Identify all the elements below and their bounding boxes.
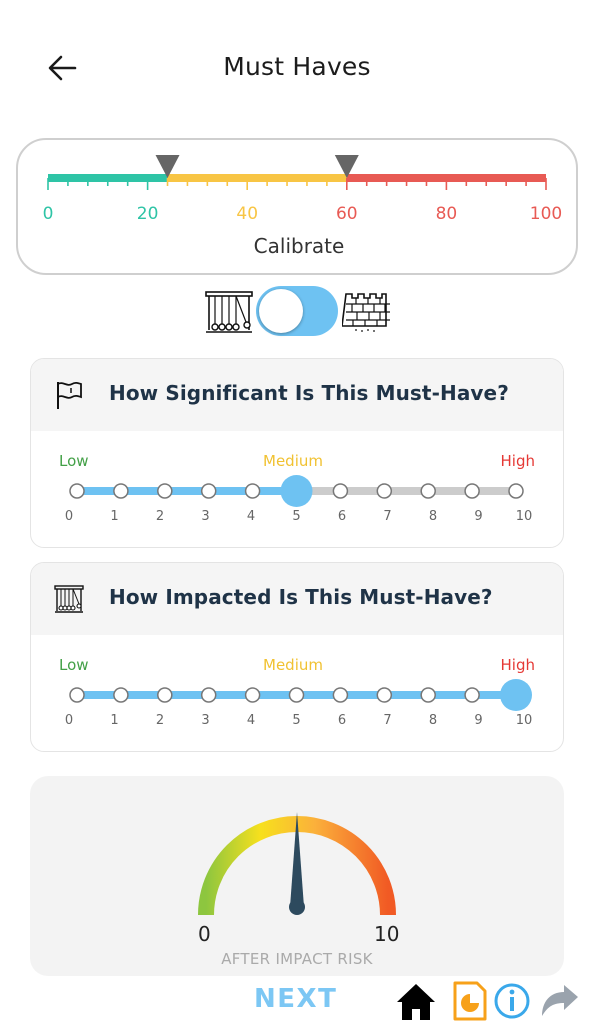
slider-stop (200, 687, 217, 703)
level-high-label: High (500, 656, 535, 674)
report-icon[interactable] (448, 980, 492, 1022)
gauge-min-label: 0 (198, 922, 211, 946)
slider-stop (332, 687, 349, 703)
slider-stop (157, 687, 173, 703)
risk-gauge-card: 0 10 AFTER IMPACT RISK (30, 776, 564, 976)
slider-tick-label: 3 (201, 713, 210, 728)
slider-stop (464, 483, 480, 499)
slider-tick-label: 0 (64, 713, 74, 728)
calibrate-scale-label: 80 (436, 204, 458, 224)
slider-tick-label: 8 (428, 509, 438, 524)
risk-gauge (198, 812, 396, 916)
calibrate-scale[interactable]: 0 20 40 60 80 100 (18, 140, 580, 240)
gauge-max-label: 10 (374, 922, 400, 946)
slider-tick-label: 10 (515, 713, 533, 728)
brick-wall-icon (342, 293, 390, 332)
slider-stop (244, 483, 261, 499)
level-medium-label: Medium (263, 452, 323, 470)
significance-header: How Significant Is This Must-Have? (31, 359, 563, 431)
slider-stop (508, 483, 524, 499)
newtons-cradle-icon (54, 585, 84, 613)
slider-stop (420, 483, 436, 499)
bottom-bar: NEXT (0, 976, 594, 1024)
level-medium-label: Medium (263, 656, 323, 674)
slider-tick-label: 1 (110, 713, 119, 728)
slider-tick-label: 1 (110, 509, 119, 524)
gauge-hub (289, 899, 305, 915)
slider-tick-label: 6 (337, 509, 347, 524)
slider-tick-label: 0 (64, 509, 74, 524)
slider-thumb (500, 679, 532, 711)
newtons-cradle-icon (205, 291, 253, 333)
slider-stop (376, 687, 393, 703)
level-low-label: Low (59, 452, 89, 470)
calibrate-scale-label: 100 (530, 204, 562, 224)
info-icon[interactable] (490, 980, 534, 1022)
calibrate-scale-label: 0 (43, 204, 54, 224)
calibrate-scale-label: 60 (336, 204, 358, 224)
slider-tick-label: 9 (474, 713, 483, 728)
slider-tick-label: 8 (428, 713, 438, 728)
slider-tick-label: 4 (246, 713, 256, 728)
slider-stop (376, 483, 393, 499)
slider-tick-label: 5 (292, 509, 301, 524)
slider-stop (69, 687, 85, 703)
slider-stop (244, 687, 261, 703)
toggle-knob[interactable] (259, 289, 303, 333)
home-icon[interactable] (394, 980, 438, 1022)
significance-title: How Significant Is This Must-Have? (109, 381, 509, 405)
impact-header: How Impacted Is This Must-Have? (31, 563, 563, 635)
slider-stop (157, 483, 173, 499)
slider-tick-label: 2 (155, 713, 165, 728)
significance-card: How Significant Is This Must-Have? Low M… (30, 358, 564, 548)
slider-stop (113, 483, 129, 499)
slider-tick-label: 7 (383, 713, 392, 728)
slider-stop (113, 687, 129, 703)
slider-stop (69, 483, 85, 499)
slider-tick-label: 2 (155, 509, 165, 524)
level-high-label: High (500, 452, 535, 470)
level-low-label: Low (59, 656, 89, 674)
slider-stop (288, 687, 305, 703)
impact-title: How Impacted Is This Must-Have? (109, 585, 493, 609)
slider-stop (200, 483, 217, 499)
slider-tick-label: 7 (383, 509, 392, 524)
slider-tick-label: 4 (246, 509, 256, 524)
page-title: Must Haves (223, 52, 371, 81)
calibrate-label: Calibrate (253, 234, 345, 258)
flag-icon (57, 381, 82, 409)
calibrate-scale-label: 20 (137, 204, 159, 224)
next-button[interactable]: NEXT (254, 984, 337, 1014)
gauge-caption: AFTER IMPACT RISK (221, 950, 373, 968)
slider-tick-label: 9 (474, 509, 483, 524)
calibrate-scale-label: 40 (236, 204, 258, 224)
slider-tick-label: 3 (201, 509, 210, 524)
slider-tick-label: 5 (292, 713, 301, 728)
calibrate-card[interactable]: 0 20 40 60 80 100 Calibrate (16, 138, 578, 275)
header: Must Haves (0, 0, 594, 130)
impact-card: How Impacted Is This Must-Have? Low Medi… (30, 562, 564, 752)
slider-stop (464, 687, 480, 703)
slider-stop (332, 483, 349, 499)
slider-tick-label: 10 (515, 509, 533, 524)
slider-tick-label: 6 (337, 713, 347, 728)
slider-thumb (280, 475, 313, 507)
share-icon[interactable] (538, 980, 582, 1022)
slider-stop (420, 687, 436, 703)
mode-toggle-row (0, 284, 594, 340)
mode-toggle[interactable] (256, 286, 338, 336)
